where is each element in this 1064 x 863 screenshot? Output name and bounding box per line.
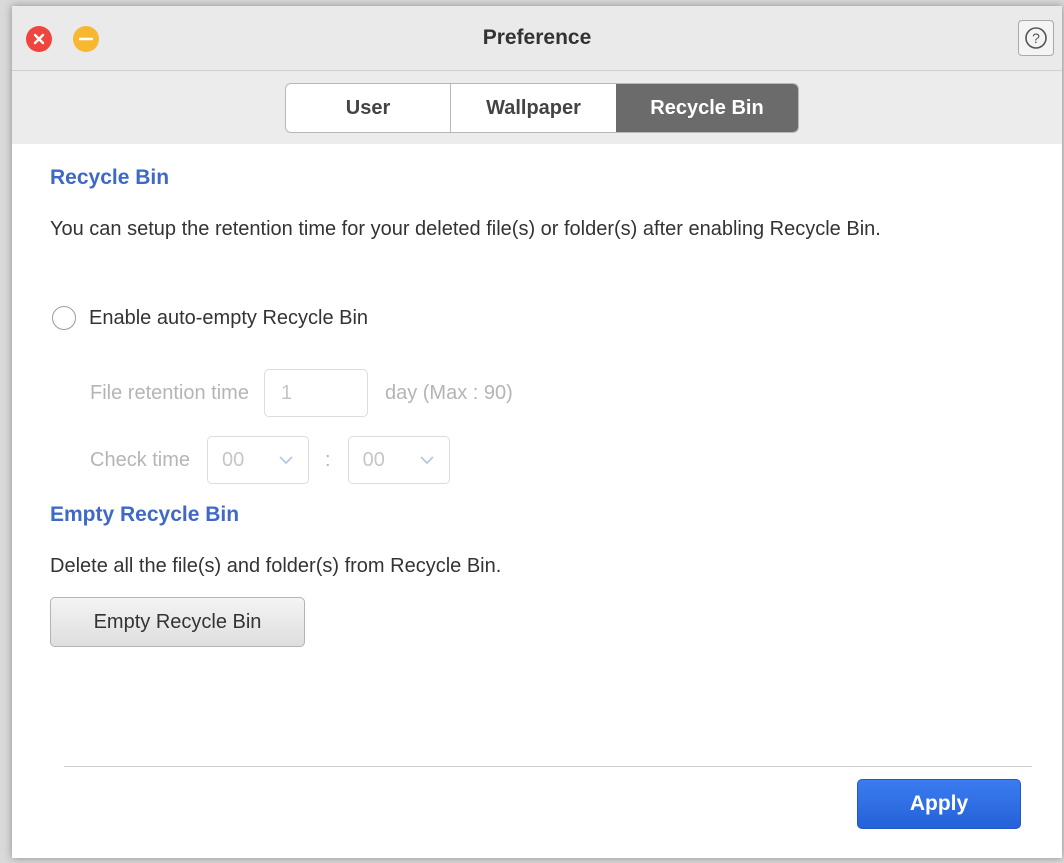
- empty-recycle-bin-heading: Empty Recycle Bin: [50, 503, 240, 526]
- tab-user[interactable]: User: [286, 84, 451, 132]
- auto-empty-checkbox[interactable]: [52, 306, 76, 330]
- title-bar: Preference ?: [12, 6, 1062, 71]
- retention-row: File retention time day (Max : 90): [90, 369, 513, 417]
- time-separator: :: [325, 448, 331, 471]
- auto-empty-option[interactable]: Enable auto-empty Recycle Bin: [50, 306, 368, 330]
- check-time-hour-select[interactable]: 00: [207, 436, 310, 484]
- recycle-bin-heading: Recycle Bin: [50, 166, 170, 189]
- tab-recycle-bin[interactable]: Recycle Bin: [616, 84, 798, 132]
- auto-empty-label[interactable]: Enable auto-empty Recycle Bin: [89, 307, 368, 330]
- recycle-bin-description: You can setup the retention time for you…: [50, 218, 881, 240]
- tab-bar: User Wallpaper Recycle Bin: [12, 71, 1062, 144]
- help-icon: ?: [1025, 27, 1047, 49]
- chevron-down-icon: [279, 456, 293, 465]
- retention-input[interactable]: [263, 369, 368, 417]
- window-title: Preference: [482, 26, 592, 49]
- minute-value: 00: [362, 448, 385, 471]
- check-time-label: Check time: [90, 448, 191, 471]
- chevron-down-icon: [419, 456, 434, 465]
- tab-group: User Wallpaper Recycle Bin: [285, 83, 799, 133]
- preference-window: Preference ? User Wallpaper Recycle Bin …: [12, 6, 1062, 858]
- retention-label: File retention time: [90, 381, 249, 404]
- help-button[interactable]: ?: [1018, 20, 1054, 56]
- check-time-row: Check time 00 : 00: [90, 436, 450, 484]
- footer-divider: [64, 766, 1032, 767]
- apply-button[interactable]: Apply: [857, 779, 1021, 829]
- svg-text:?: ?: [1032, 30, 1040, 46]
- empty-recycle-bin-description: Delete all the file(s) and folder(s) fro…: [50, 555, 502, 577]
- tab-wallpaper[interactable]: Wallpaper: [451, 84, 616, 132]
- hour-value: 00: [222, 448, 245, 471]
- empty-recycle-bin-button[interactable]: Empty Recycle Bin: [50, 597, 305, 647]
- retention-unit: day (Max : 90): [384, 381, 513, 404]
- check-time-minute-select[interactable]: 00: [347, 436, 450, 484]
